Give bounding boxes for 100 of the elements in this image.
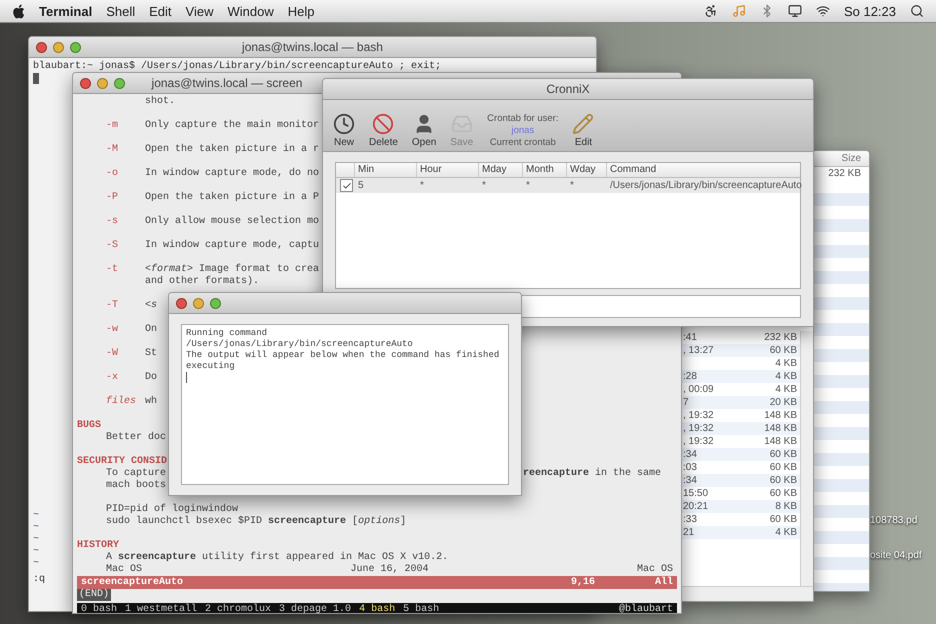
manual-text: and other formats). <box>145 276 260 288</box>
toolbar-button[interactable]: New <box>333 113 355 148</box>
column-header[interactable]: Wday <box>566 163 606 177</box>
output-field[interactable]: Running command /Users/jonas/Library/bin/screencaptureAuto The output will appear below when the command has finished executing <box>181 324 509 485</box>
minimize-button[interactable] <box>53 42 64 52</box>
column-header[interactable]: Mday <box>478 163 522 177</box>
menu-item[interactable]: Shell <box>106 4 136 18</box>
file-row[interactable]: 21 4 KB <box>681 526 800 539</box>
file-date: :34 <box>683 474 698 487</box>
toolbar-button[interactable]: Edit <box>572 113 594 148</box>
screen-tab[interactable]: 0 bash <box>81 603 118 613</box>
file-row[interactable]: :34 60 KB <box>681 474 800 487</box>
manual-text: reencapture in the same <box>523 468 662 480</box>
apple-logo-icon[interactable] <box>12 4 25 18</box>
pencil-icon <box>572 113 594 135</box>
menu-item[interactable]: Edit <box>149 4 172 18</box>
display-icon[interactable] <box>788 4 802 18</box>
column-header[interactable]: Month <box>522 163 566 177</box>
close-button[interactable] <box>176 298 187 308</box>
crontab-label: Current crontab <box>490 137 556 148</box>
column-header[interactable]: Hour <box>416 163 478 177</box>
file-row[interactable]: , 19:32 148 KB <box>681 422 800 435</box>
column-header[interactable]: Size <box>813 151 869 167</box>
screen-tab[interactable]: 1 westmetall <box>125 603 198 613</box>
menu-item[interactable]: Window <box>228 4 274 18</box>
option-name: -S <box>106 240 120 252</box>
menu-item[interactable]: Terminal <box>39 4 92 18</box>
file-date: , 19:32 <box>683 435 715 448</box>
table-cell-text: * <box>525 180 531 191</box>
minimize-button[interactable] <box>193 298 204 308</box>
zoom-button[interactable] <box>210 298 221 308</box>
screen-tab[interactable]: 2 chromolux <box>205 603 272 613</box>
manual-text: PID=pid of loginwindow <box>106 504 238 516</box>
file-row[interactable]: :28 4 KB <box>681 370 800 383</box>
manual-text: mach boots <box>106 480 166 492</box>
crontab-selector[interactable]: Crontab for user: jonas Current crontab <box>487 113 558 148</box>
manual-text: Better doc <box>106 432 166 444</box>
file-row[interactable]: :34 60 KB <box>681 448 800 461</box>
prohibited-icon <box>372 113 394 135</box>
terminal-line: blaubart:~ jonas$ /Users/jonas/Library/bin/screencaptureAuto ; exit; <box>33 61 442 73</box>
checkbox[interactable] <box>340 179 353 192</box>
music-note-icon[interactable] <box>732 4 746 18</box>
manual-text: sudo launchctl bsexec $PID screencapture [options] <box>106 516 406 528</box>
manual-text: A screencapture utility first appeared in Mac OS X v10.2. <box>106 552 448 564</box>
file-name: screencaptureAuto <box>81 576 184 588</box>
file-size: 148 KB <box>764 422 797 435</box>
file-date: :28 <box>683 370 698 383</box>
scroll-position: All <box>654 576 673 589</box>
table-cell-text: * <box>481 180 487 191</box>
menu-clock[interactable]: So 12:23 <box>844 4 896 18</box>
file-row[interactable]: 7 20 KB <box>681 396 800 409</box>
file-date: :34 <box>683 448 698 461</box>
column-header[interactable]: Min <box>354 163 416 177</box>
search-icon[interactable] <box>910 4 924 18</box>
option-description: Only capture the main monitor <box>145 120 320 132</box>
option-name: -w <box>106 324 120 336</box>
output-text: executing <box>186 361 236 372</box>
screen-tab[interactable]: 4 bash <box>359 603 396 613</box>
file-size: 148 KB <box>764 409 797 422</box>
file-date: , 13:27 <box>683 344 715 357</box>
toolbar-button[interactable]: Open <box>412 113 436 148</box>
option-name: -o <box>106 168 120 180</box>
window-title: jonas@twins.local — screen <box>150 76 304 90</box>
column-header[interactable]: Command <box>606 163 800 177</box>
file-size: 60 KB <box>770 448 797 461</box>
menu-item[interactable]: Help <box>288 4 314 18</box>
close-button[interactable] <box>80 78 91 88</box>
table-row[interactable]: 5 * * * * /Users/jonas/Library/bin/screencaptureAuto <box>336 178 800 193</box>
close-button[interactable] <box>36 42 47 52</box>
menu-item[interactable]: View <box>186 4 214 18</box>
screen-tab[interactable]: 3 depage 1.0 <box>279 603 352 613</box>
cursor-position: 9,16 <box>570 576 595 589</box>
zoom-button[interactable] <box>114 78 125 88</box>
clock-icon <box>333 113 355 135</box>
option-name: -t <box>106 264 120 276</box>
option-name: -m <box>106 120 120 132</box>
zoom-button[interactable] <box>70 42 81 52</box>
table-cell-text: /Users/jonas/Library/bin/screencaptureAuto <box>609 180 802 191</box>
manual-text: shot. <box>145 96 176 108</box>
file-size: 4 KB <box>775 383 797 396</box>
file-row[interactable]: 20:21 8 KB <box>681 500 800 513</box>
file-row[interactable]: , 13:27 60 KB <box>681 344 800 357</box>
host-label: @blaubart <box>618 603 673 613</box>
file-size: 60 KB <box>770 461 797 474</box>
window-title: CronniX <box>545 82 591 96</box>
figure-icon[interactable] <box>704 4 718 18</box>
option-description: Only allow mouse selection mo <box>145 216 320 228</box>
minimize-button[interactable] <box>97 78 108 88</box>
file-size: 4 KB <box>775 357 797 370</box>
toolbar-button[interactable]: Delete <box>369 113 398 148</box>
table-cell-text: * <box>569 180 575 191</box>
file-date: :33 <box>683 513 698 526</box>
wifi-icon[interactable] <box>816 4 830 18</box>
option-name: -T <box>106 300 120 312</box>
option-name: -x <box>106 372 120 384</box>
option-description: wh <box>145 396 158 408</box>
screen-tab[interactable]: 5 bash <box>403 603 440 613</box>
vertical-scrollbar[interactable] <box>800 331 813 586</box>
horizontal-scrollbar[interactable] <box>681 586 813 601</box>
option-description: St <box>145 348 158 360</box>
